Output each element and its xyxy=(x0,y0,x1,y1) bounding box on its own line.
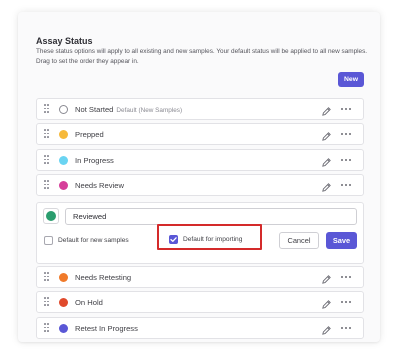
drag-handle-icon[interactable] xyxy=(44,155,50,165)
status-label: Prepped xyxy=(75,130,104,139)
status-name: Retest In Progress xyxy=(75,324,138,333)
status-label: On Hold xyxy=(75,298,103,307)
default-tag: Default (New Samples) xyxy=(116,107,183,114)
status-color-dot xyxy=(59,273,68,282)
status-name: In Progress xyxy=(75,156,114,165)
drag-handle-icon[interactable] xyxy=(44,272,50,282)
status-row[interactable]: Retest In Progress xyxy=(36,317,364,339)
more-options-icon[interactable] xyxy=(341,276,351,279)
drag-handle-icon[interactable] xyxy=(44,297,50,307)
status-row[interactable]: Needs Retesting xyxy=(36,266,364,288)
color-picker-button[interactable] xyxy=(43,208,59,224)
status-color-dot xyxy=(59,156,68,165)
edit-pencil-icon[interactable] xyxy=(321,272,332,284)
edit-pencil-icon[interactable] xyxy=(321,323,332,335)
status-color-dot xyxy=(59,130,68,139)
more-options-icon[interactable] xyxy=(341,301,351,304)
status-row[interactable]: Not Started Default (New Samples) xyxy=(36,98,364,120)
status-label: Needs Retesting xyxy=(75,273,131,282)
edit-pencil-icon[interactable] xyxy=(321,155,332,167)
settings-panel: Assay Status These status options will a… xyxy=(18,12,380,342)
status-name-input[interactable] xyxy=(65,208,357,225)
more-options-icon[interactable] xyxy=(341,327,351,330)
default-new-samples-label: Default for new samples xyxy=(58,237,129,244)
drag-handle-icon[interactable] xyxy=(44,180,50,190)
status-name: Prepped xyxy=(75,130,104,139)
status-color-dot xyxy=(59,181,68,190)
status-row[interactable]: Prepped xyxy=(36,123,364,145)
status-label: Retest In Progress xyxy=(75,324,138,333)
status-label: In Progress xyxy=(75,156,114,165)
status-row[interactable]: In Progress xyxy=(36,149,364,171)
edit-pencil-icon[interactable] xyxy=(321,129,332,141)
more-options-icon[interactable] xyxy=(341,159,351,162)
empty-circle-icon xyxy=(59,105,68,114)
save-button[interactable]: Save xyxy=(326,232,357,249)
drag-handle-icon[interactable] xyxy=(44,104,50,114)
edit-pencil-icon[interactable] xyxy=(321,297,332,309)
drag-handle-icon[interactable] xyxy=(44,129,50,139)
edit-pencil-icon[interactable] xyxy=(321,104,332,116)
status-editor: Default for new samples Default for impo… xyxy=(36,202,364,264)
highlight-box xyxy=(157,224,262,250)
status-name: On Hold xyxy=(75,298,103,307)
cancel-button[interactable]: Cancel xyxy=(279,232,319,249)
new-status-button[interactable]: New xyxy=(338,72,364,87)
status-name: Needs Retesting xyxy=(75,273,132,282)
drag-handle-icon[interactable] xyxy=(44,323,50,333)
default-new-samples-checkbox[interactable] xyxy=(44,236,53,245)
section-title: Assay Status xyxy=(36,36,93,46)
more-options-icon[interactable] xyxy=(341,184,351,187)
status-row[interactable]: Needs Review xyxy=(36,174,364,196)
status-color-dot xyxy=(59,298,68,307)
more-options-icon[interactable] xyxy=(341,108,351,111)
status-label: Not Started Default (New Samples) xyxy=(75,105,182,114)
more-options-icon[interactable] xyxy=(341,133,351,136)
edit-pencil-icon[interactable] xyxy=(321,180,332,192)
status-row[interactable]: On Hold xyxy=(36,291,364,313)
status-name: Needs Review xyxy=(75,181,124,190)
status-label: Needs Review xyxy=(75,181,124,190)
section-description: These status options will apply to all e… xyxy=(36,48,368,65)
status-color-dot xyxy=(59,324,68,333)
status-name: Not Started xyxy=(75,105,114,114)
color-swatch xyxy=(46,211,56,221)
